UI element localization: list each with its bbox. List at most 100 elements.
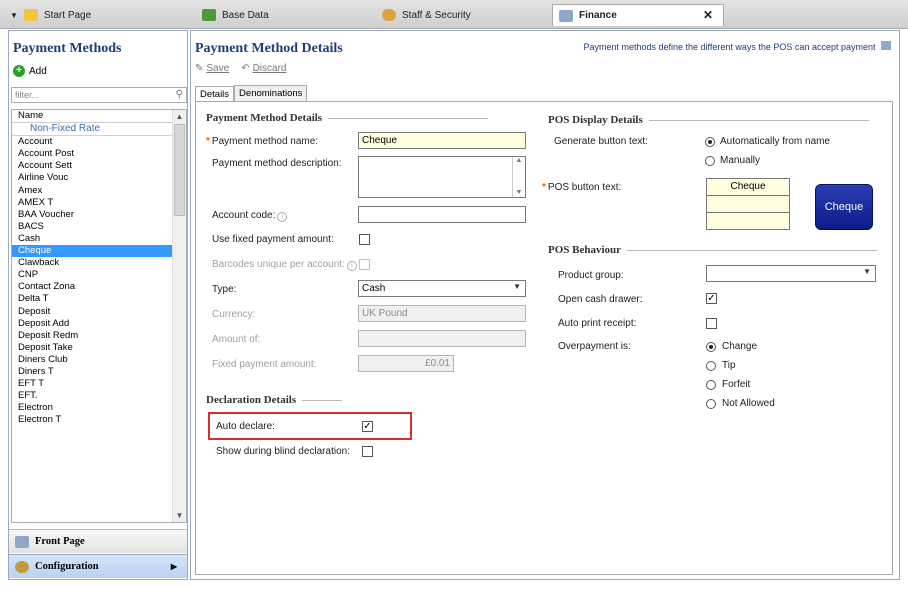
list-item[interactable]: Diners Club (12, 354, 186, 366)
form-tabs: Details Denominations (195, 85, 308, 102)
list-item[interactable]: EFT. (12, 390, 186, 402)
description-scrollbar[interactable]: ▲ ▼ (512, 157, 525, 197)
list-group-header[interactable]: Non-Fixed Rate (12, 123, 186, 137)
list-item[interactable]: Electron T (12, 414, 186, 426)
scroll-thumb[interactable] (174, 124, 185, 216)
list-item[interactable]: Cash (12, 233, 186, 245)
radio-tip-label[interactable]: Tip (722, 360, 736, 371)
discard-button[interactable]: Discard (253, 63, 287, 74)
add-icon: + (13, 65, 25, 77)
blind-declaration-checkbox[interactable] (362, 446, 373, 457)
radio-not-allowed-label[interactable]: Not Allowed (722, 398, 775, 409)
payment-method-name-label: * Payment method name: (206, 136, 319, 147)
list-item[interactable]: Deposit (12, 306, 186, 318)
radio-tip[interactable] (706, 361, 716, 371)
list-item[interactable]: Delta T (12, 293, 186, 305)
payment-method-description-input[interactable]: ▲ ▼ (358, 156, 526, 198)
info-icon[interactable]: i (277, 212, 288, 222)
amount-of-input[interactable] (358, 330, 526, 347)
list-item[interactable]: Account (12, 136, 186, 148)
tab-finance[interactable]: Finance ✕ (552, 4, 724, 26)
payment-methods-panel: Payment Methods + Add filter... ⚲ Name N… (8, 30, 188, 580)
scroll-down-icon[interactable]: ▼ (173, 509, 186, 522)
list-item[interactable]: Amex (12, 185, 186, 197)
payment-method-name-input[interactable]: Cheque (358, 132, 526, 149)
list-item[interactable]: Cheque (12, 245, 186, 258)
tab-start-page[interactable]: ▼ Start Page (4, 4, 184, 26)
amount-of-label: Amount of: (212, 334, 261, 345)
panel-title: Payment Methods (13, 41, 122, 56)
close-icon[interactable]: ✕ (703, 8, 713, 22)
auto-print-receipt-label: Auto print receipt: (558, 318, 637, 329)
tab-staff-security[interactable]: Staff & Security (376, 4, 546, 26)
scroll-up-icon[interactable]: ▲ (173, 110, 186, 123)
open-cash-drawer-checkbox[interactable]: ✓ (706, 293, 717, 304)
barcodes-unique-checkbox[interactable] (359, 259, 370, 270)
account-code-input[interactable] (358, 206, 526, 223)
list-item[interactable]: CNP (12, 269, 186, 281)
auto-declare-label: Auto declare: (216, 421, 275, 432)
list-header-name[interactable]: Name (12, 110, 186, 124)
auto-declare-checkbox[interactable]: ✓ (362, 421, 373, 432)
radio-manually-label[interactable]: Manually (720, 155, 760, 166)
list-item[interactable]: Diners T (12, 366, 186, 378)
radio-auto-from-name[interactable] (705, 137, 715, 147)
list-item[interactable]: Deposit Redm (12, 330, 186, 342)
type-select[interactable]: Cash ▼ (358, 280, 526, 297)
list-item[interactable]: Airline Vouc (12, 172, 186, 184)
scroll-up-icon[interactable]: ▲ (513, 157, 525, 164)
section-payment-method-details: Payment Method Details (206, 112, 489, 124)
list-item[interactable]: Account Post (12, 148, 186, 160)
product-group-label: Product group: (558, 270, 624, 281)
chevron-down-icon[interactable]: ▼ (10, 11, 18, 20)
tab-denominations[interactable]: Denominations (234, 85, 308, 101)
filter-input[interactable]: filter... ⚲ (11, 87, 187, 103)
pos-button-text-label: * POS button text: (542, 182, 622, 193)
radio-change-label[interactable]: Change (722, 341, 757, 352)
add-button[interactable]: + Add (13, 65, 47, 77)
account-code-label: Account code: i (212, 210, 288, 222)
list-item[interactable]: Deposit Take (12, 342, 186, 354)
nav-configuration[interactable]: Configuration ▶ (9, 554, 187, 578)
list-item[interactable]: BAA Voucher (12, 209, 186, 221)
radio-forfeit-label[interactable]: Forfeit (722, 379, 750, 390)
auto-print-receipt-checkbox[interactable] (706, 318, 717, 329)
currency-select[interactable]: UK Pound (358, 305, 526, 322)
radio-change[interactable] (706, 342, 716, 352)
list-item[interactable]: Contact Zona (12, 281, 186, 293)
list-scrollbar[interactable]: ▲ ▼ (172, 110, 186, 522)
tab-base-data[interactable]: Base Data (196, 4, 366, 26)
page-title: Payment Method Details (195, 41, 343, 56)
list-item[interactable]: Account Sett (12, 160, 186, 172)
document-tab-bar: ▼ Start Page Base Data Staff & Security … (0, 0, 908, 29)
radio-auto-from-name-label[interactable]: Automatically from name (720, 136, 830, 147)
list-item[interactable]: BACS (12, 221, 186, 233)
list-item[interactable]: Electron (12, 402, 186, 414)
front-page-icon (15, 535, 29, 548)
info-icon[interactable]: i (346, 261, 357, 271)
tab-details[interactable]: Details (195, 86, 235, 102)
list-item[interactable]: EFT T (12, 378, 186, 390)
nav-front-page[interactable]: Front Page (9, 529, 187, 553)
save-icon: ✎ (195, 63, 204, 74)
payment-method-description-label: Payment method description: (212, 158, 342, 169)
radio-not-allowed[interactable] (706, 399, 716, 409)
toolbar: ✎ Save ↶ Discard (195, 63, 286, 74)
radio-manually[interactable] (705, 156, 715, 166)
pos-button-text-line-2[interactable] (706, 195, 790, 213)
chevron-down-icon: ▼ (513, 282, 521, 291)
pos-button-text-line-3[interactable] (706, 212, 790, 230)
use-fixed-amount-checkbox[interactable] (359, 234, 370, 245)
save-button[interactable]: Save (206, 63, 229, 74)
list-item[interactable]: Clawback (12, 257, 186, 269)
list-item[interactable]: Deposit Add (12, 318, 186, 330)
scroll-down-icon[interactable]: ▼ (513, 189, 525, 196)
payment-methods-list: Name Non-Fixed Rate Account Account Post A… (11, 109, 187, 523)
panel-description: Payment methods define the different way… (583, 41, 891, 52)
pos-button-text-line-1[interactable]: Cheque (706, 178, 790, 196)
finance-icon (559, 9, 573, 22)
radio-forfeit[interactable] (706, 380, 716, 390)
product-group-select[interactable]: ▼ (706, 265, 876, 282)
list-item[interactable]: AMEX T (12, 197, 186, 209)
fixed-payment-amount-input[interactable]: £0.01 (358, 355, 454, 372)
